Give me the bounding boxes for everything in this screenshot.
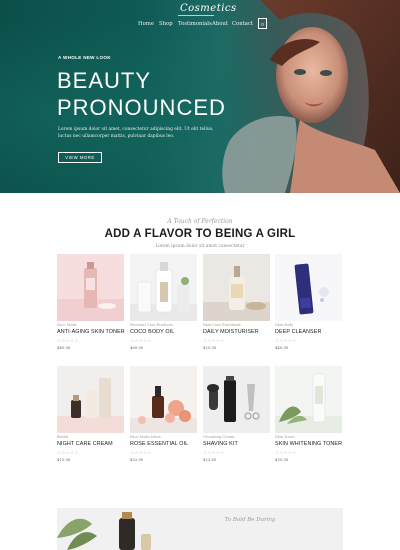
nav-about[interactable]: About xyxy=(212,21,228,27)
product-card[interactable]: Grooming Cream SHAVING KIT ☆☆☆☆☆ $23.00 xyxy=(203,366,270,466)
product-category: Skin Care Essentials xyxy=(203,323,241,327)
hero-title-line2: PRONOUNCED xyxy=(57,95,226,120)
product-price: $40.00 xyxy=(57,345,71,350)
rating-stars: ☆☆☆☆☆ xyxy=(130,338,152,343)
product-price: $32.00 xyxy=(130,457,144,462)
view-more-button[interactable]: VIEW MORE xyxy=(58,152,102,163)
cart-icon[interactable]: 0 xyxy=(258,18,267,29)
nav-shop[interactable]: Shop xyxy=(159,21,173,27)
product-card[interactable]: Skin Body DEEP CLEANSER ☆☆☆☆☆ $40.00 xyxy=(275,254,342,354)
rating-stars: ☆☆☆☆☆ xyxy=(57,450,79,455)
nav-home[interactable]: Home xyxy=(138,21,154,27)
product-name[interactable]: ROSE ESSENTIAL OIL xyxy=(130,441,188,447)
product-card[interactable]: Skin Care Essentials DAILY MOISTURISER ☆… xyxy=(203,254,270,354)
product-card[interactable]: Personal Care Products COCO BODY OIL ☆☆☆… xyxy=(130,254,197,354)
hero-kicker: A WHOLE NEW LOOK xyxy=(58,55,111,60)
product-image-deep-cleanser[interactable] xyxy=(275,254,342,321)
promo-banner-image xyxy=(57,508,177,550)
banner-script-heading: To Bold Be Daring xyxy=(224,517,276,523)
top-navigation: Cosmetics Home Shop Testimonials About C… xyxy=(0,0,400,40)
product-name[interactable]: DAILY MOISTURISER xyxy=(203,329,259,335)
product-price: $40.00 xyxy=(275,345,289,350)
section-subtitle: Lorem ipsum dolor sit amet consectetur xyxy=(155,244,245,249)
product-name[interactable]: ANTI-AGING SKIN TONER xyxy=(57,329,125,335)
nav-contact[interactable]: Contact xyxy=(232,21,253,27)
product-category: Face Make xyxy=(57,323,77,327)
product-image-skin-whitening-toner[interactable] xyxy=(275,366,342,433)
product-image-shaving-kit[interactable] xyxy=(203,366,270,433)
product-category: Personal Care Products xyxy=(130,323,173,327)
product-price: $23.00 xyxy=(203,457,217,462)
product-price: $35.00 xyxy=(275,457,289,462)
product-card[interactable]: Bridal NIGHT CARE CREAM ☆☆☆☆☆ $15.00 xyxy=(57,366,124,466)
nav-testimonials[interactable]: Testimonials xyxy=(178,21,212,27)
product-category: Skin Toner xyxy=(275,435,295,439)
section-title: ADD A FLAVOR TO BEING A GIRL xyxy=(104,228,296,240)
product-image-rose-essential-oil[interactable] xyxy=(130,366,197,433)
product-category: Skin Body xyxy=(275,323,294,327)
product-name[interactable]: COCO BODY OIL xyxy=(130,329,174,335)
promo-banner xyxy=(57,508,343,550)
rating-stars: ☆☆☆☆☆ xyxy=(275,338,297,343)
product-price: $25.00 xyxy=(203,345,217,350)
product-price: $60.00 xyxy=(130,345,144,350)
logo-underline xyxy=(178,15,214,16)
hero-title-line1: BEAUTY xyxy=(57,68,152,93)
product-name[interactable]: SKIN WHITENING TONER xyxy=(275,441,342,447)
rating-stars: ☆☆☆☆☆ xyxy=(203,338,225,343)
rating-stars: ☆☆☆☆☆ xyxy=(203,450,225,455)
product-image-daily-moisturiser[interactable] xyxy=(203,254,270,321)
product-image-night-care-cream[interactable] xyxy=(57,366,124,433)
product-image-coco-body-oil[interactable] xyxy=(130,254,197,321)
product-name[interactable]: NIGHT CARE CREAM xyxy=(57,441,113,447)
product-name[interactable]: SHAVING KIT xyxy=(203,441,238,447)
hero-banner: Cosmetics Home Shop Testimonials About C… xyxy=(0,0,400,193)
product-card[interactable]: Skin Toner SKIN WHITENING TONER ☆☆☆☆☆ $3… xyxy=(275,366,342,466)
rating-stars: ☆☆☆☆☆ xyxy=(275,450,297,455)
section-script-heading: A Touch of Perfection xyxy=(167,218,233,225)
product-card[interactable]: Face Make ANTI-AGING SKIN TONER ☆☆☆☆☆ $4… xyxy=(57,254,125,354)
product-category: Bridal xyxy=(57,435,69,439)
product-category: Grooming Cream xyxy=(203,435,235,439)
product-price: $15.00 xyxy=(57,457,71,462)
rating-stars: ☆☆☆☆☆ xyxy=(57,338,79,343)
hero-description: Lorem ipsum dolor sit amet, consectetur … xyxy=(58,127,214,139)
product-category: Face Make Ideas xyxy=(130,435,161,439)
product-image-anti-aging-toner[interactable] xyxy=(57,254,124,321)
rating-stars: ☆☆☆☆☆ xyxy=(130,450,152,455)
site-logo[interactable]: Cosmetics xyxy=(180,3,237,14)
product-name[interactable]: DEEP CLEANSER xyxy=(275,329,321,335)
product-card[interactable]: Face Make Ideas ROSE ESSENTIAL OIL ☆☆☆☆☆… xyxy=(130,366,197,466)
